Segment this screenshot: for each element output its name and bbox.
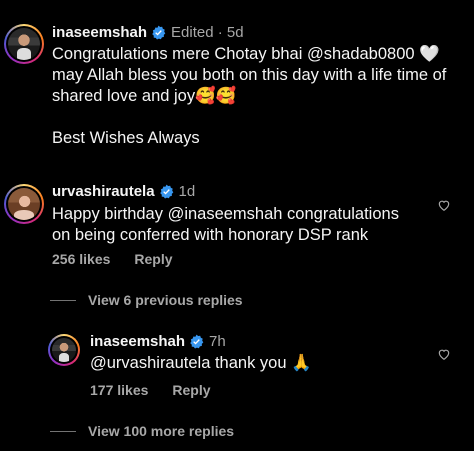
comment-meta: Edited · 5d [171,24,244,41]
divider [50,430,76,432]
avatar[interactable] [4,184,44,224]
view-previous-replies-label: View 6 previous replies [88,292,243,308]
comment-text: Congratulations mere Chotay bhai @shadab… [52,45,447,147]
view-more-replies-button[interactable]: View 100 more replies [50,423,234,439]
comment-meta: 1d [178,183,196,200]
heart-outline-icon[interactable] [437,198,451,212]
comment-username[interactable]: urvashirautela [52,183,155,200]
verified-badge-icon [190,334,204,349]
view-more-replies-label: View 100 more replies [88,423,235,439]
reply-button[interactable]: Reply [134,251,172,267]
verified-badge-icon [152,25,166,40]
reply-meta: 7h [209,333,226,350]
likes-count[interactable]: 177 likes [90,382,148,398]
heart-outline-icon[interactable] [437,347,451,361]
divider [50,299,76,301]
avatar[interactable] [4,24,44,64]
view-previous-replies-button[interactable]: View 6 previous replies [50,292,243,308]
likes-count[interactable]: 256 likes [52,251,110,267]
avatar[interactable] [48,334,80,366]
reply-username[interactable]: inaseemshah [90,333,185,350]
profile-photo-man-icon [8,28,40,60]
comment-text: Happy birthday @inaseemshah congratulati… [52,205,399,244]
reply-button[interactable]: Reply [172,382,210,398]
reply-text: @urvashirautela thank you 🙏 [90,354,312,372]
comment-username[interactable]: inaseemshah [52,24,147,41]
profile-photo-woman-icon [8,188,40,220]
profile-photo-man-icon [52,338,76,362]
verified-badge-icon [159,184,173,199]
